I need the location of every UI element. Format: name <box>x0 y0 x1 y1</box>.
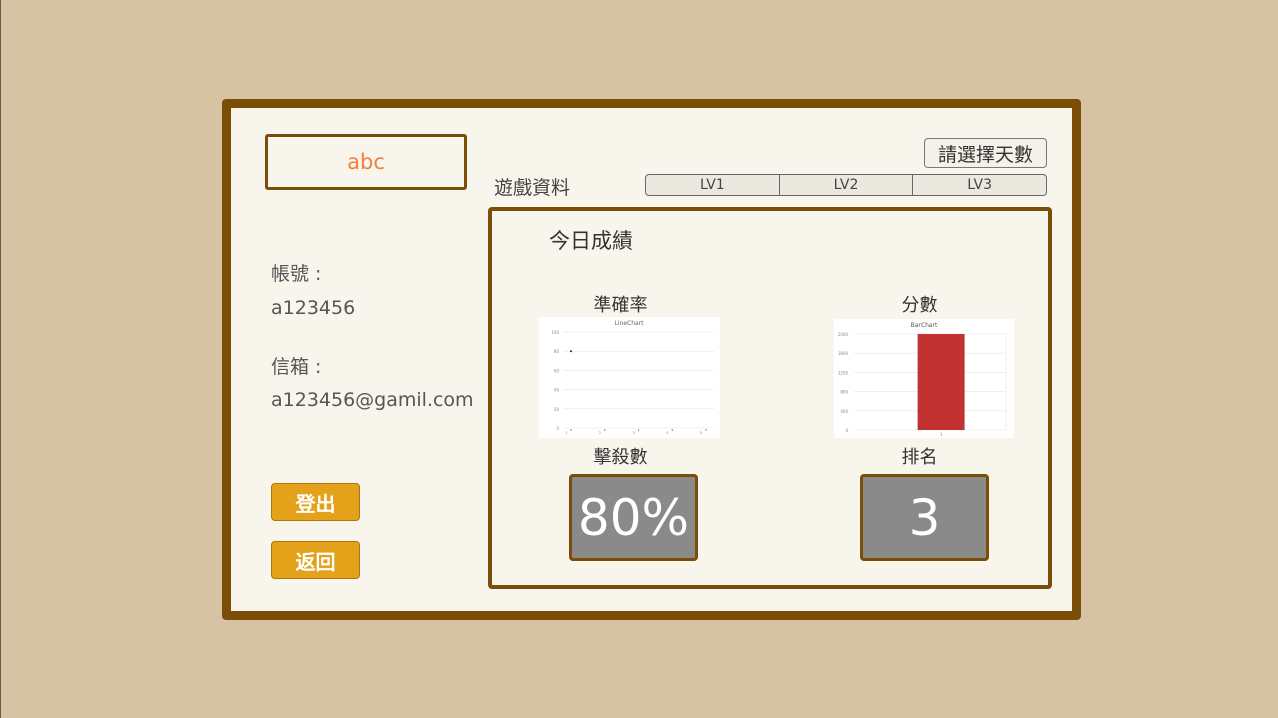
bar-chart-ytick: 1200 <box>838 370 849 375</box>
back-button[interactable]: 返回 <box>271 541 360 579</box>
email-label: 信箱 : <box>271 356 322 378</box>
line-chart-xtick <box>570 429 572 431</box>
account-label: 帳號 : <box>271 263 322 285</box>
tab-lv1[interactable]: LV1 <box>646 175 780 195</box>
line-chart-svg: LineChart 0 20 40 60 80 100 1 2 3 4 5 <box>551 320 714 435</box>
bar-chart-title: BarChart <box>911 322 938 329</box>
kills-label: 擊殺數 <box>593 447 648 468</box>
bar-chart-ytick: 1600 <box>838 351 849 356</box>
line-chart-xtick <box>604 429 606 431</box>
line-chart-ytick: 60 <box>554 368 560 373</box>
select-days-button[interactable]: 請選擇天數 <box>924 138 1047 168</box>
rank-label: 排名 <box>901 447 938 468</box>
logout-button[interactable]: 登出 <box>271 483 360 521</box>
bar-chart-ytick: 800 <box>840 390 848 395</box>
score-label: 分數 <box>901 295 938 316</box>
username-text: abc <box>347 150 385 174</box>
line-chart-ytick: 0 <box>556 426 559 431</box>
email-value: a123456@gamil.com <box>271 389 474 411</box>
level-tabs: LV1 LV2 LV3 <box>645 174 1047 196</box>
account-value: a123456 <box>271 297 356 319</box>
rank-value-box: 3 <box>860 474 989 561</box>
line-chart-xtick-label: 3 <box>633 431 635 435</box>
window-edge <box>0 0 1 718</box>
line-chart-xtick <box>705 429 707 431</box>
profile-panel: abc 帳號 : a123456 信箱 : a123456@gamil.com … <box>222 99 1081 620</box>
bar-chart-ytick: 0 <box>845 428 848 433</box>
line-chart-xtick-label: 5 <box>700 431 702 435</box>
tab-lv2[interactable]: LV2 <box>780 175 914 195</box>
line-chart-xtick <box>671 429 673 431</box>
line-chart-point <box>570 350 572 353</box>
score-bar-chart: BarChart 0 400 800 1200 1600 2000 1 <box>834 319 1014 438</box>
today-results-panel: 今日成績 準確率 分數 LineChart 0 20 40 60 80 100 1 2 3 4 5 B… <box>488 207 1052 589</box>
game-data-title: 遊戲資料 <box>494 177 571 199</box>
line-chart-xtick-label: 2 <box>599 431 601 435</box>
tab-lv3[interactable]: LV3 <box>913 175 1046 195</box>
line-chart-ytick: 80 <box>554 349 560 354</box>
kills-value-box: 80% <box>569 474 698 561</box>
bar-chart-xtick-label: 1 <box>940 432 943 437</box>
rank-value: 3 <box>908 488 941 547</box>
line-chart-ytick: 40 <box>554 388 560 393</box>
line-chart-ytick: 20 <box>554 407 560 412</box>
accuracy-line-chart: LineChart 0 20 40 60 80 100 1 2 3 4 5 <box>539 317 720 438</box>
today-title: 今日成績 <box>549 229 633 253</box>
bar-chart-bar <box>917 334 965 430</box>
line-chart-title: LineChart <box>615 320 645 327</box>
line-chart-xtick-label: 4 <box>666 431 669 435</box>
username-display: abc <box>265 134 467 190</box>
bar-chart-ytick: 400 <box>840 409 848 414</box>
kills-value: 80% <box>577 488 690 547</box>
bar-chart-ytick: 2000 <box>838 332 849 337</box>
accuracy-label: 準確率 <box>593 295 648 316</box>
line-chart-ytick: 100 <box>551 330 559 335</box>
line-chart-xtick <box>637 429 640 431</box>
bar-chart-svg: BarChart 0 400 800 1200 1600 2000 1 <box>838 322 1007 437</box>
line-chart-xtick-label: 1 <box>565 431 567 435</box>
